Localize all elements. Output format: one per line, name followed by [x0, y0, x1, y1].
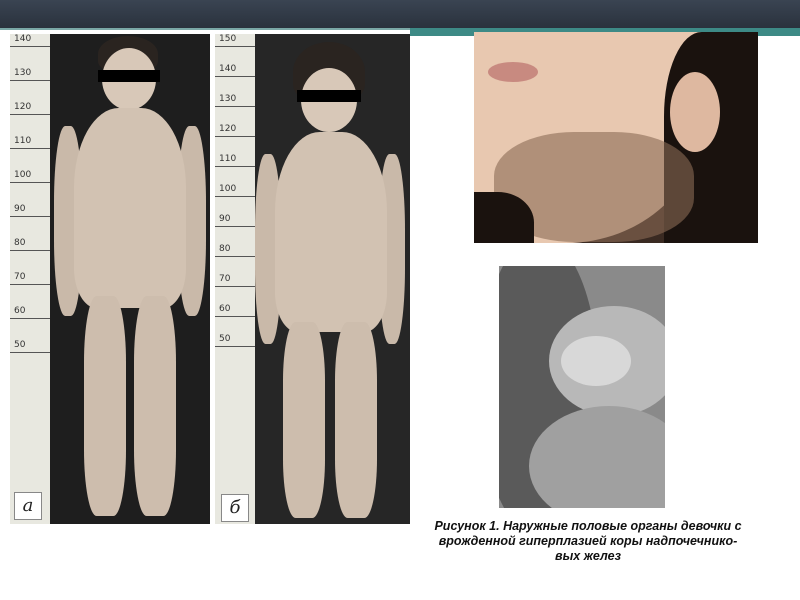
patient-photo-a: 140 130 120 110 100 90 80 70 60 50 а	[10, 34, 210, 524]
ruler-tick	[215, 46, 255, 47]
ruler-tick	[215, 196, 255, 197]
ruler-tick-label: 70	[219, 274, 231, 284]
ruler-tick-label: 110	[14, 136, 32, 146]
ruler-tick-label: 100	[219, 184, 237, 194]
ruler-tick	[215, 76, 255, 77]
ruler-tick-label: 130	[219, 94, 237, 104]
ruler-tick-label: 80	[219, 244, 231, 254]
ruler-tick	[10, 80, 50, 81]
ruler-tick	[215, 256, 255, 257]
ruler-tick-label: 50	[14, 340, 26, 350]
ruler-tick-label: 60	[14, 306, 26, 316]
ruler-tick-label: 70	[14, 272, 26, 282]
ruler-tick-label: 60	[219, 304, 231, 314]
caption-line-3: вых желез	[555, 549, 621, 563]
ruler-tick-label: 130	[14, 68, 32, 78]
ruler-tick	[215, 346, 255, 347]
eye-censor-bar	[297, 90, 361, 102]
ruler-tick-label: 50	[219, 334, 231, 344]
ruler-tick	[10, 148, 50, 149]
face-closeup-photo	[474, 32, 758, 243]
ruler-tick	[10, 284, 50, 285]
slide-header-bar	[0, 0, 800, 28]
ruler-tick-label: 110	[219, 154, 237, 164]
figure-caption: Рисунок 1. Наружные половые органы девоч…	[413, 519, 763, 564]
ruler-tick	[215, 106, 255, 107]
figure-label-a: а	[14, 492, 42, 520]
height-ruler-a: 140 130 120 110 100 90 80 70 60 50	[10, 34, 50, 524]
ruler-tick-label: 80	[14, 238, 26, 248]
caption-line-1: Рисунок 1. Наружные половые органы девоч…	[434, 519, 742, 533]
ruler-tick	[215, 166, 255, 167]
patient-figure-b	[255, 34, 410, 524]
ruler-tick	[215, 226, 255, 227]
patient-figure-a	[50, 34, 210, 524]
patient-photo-b: 150 140 130 120 110 100 90 80 70 60 50 б	[215, 34, 410, 524]
ruler-tick-label: 90	[219, 214, 231, 224]
eye-censor-bar	[98, 70, 160, 82]
ruler-tick-label: 90	[14, 204, 26, 214]
caption-line-2: врожденной гиперплазией коры надпочечник…	[438, 534, 738, 548]
ruler-tick	[10, 46, 50, 47]
ruler-tick	[215, 136, 255, 137]
header-rule	[0, 28, 410, 30]
height-ruler-b: 150 140 130 120 110 100 90 80 70 60 50	[215, 34, 255, 524]
clinical-closeup-photo	[499, 266, 665, 508]
ruler-tick	[10, 318, 50, 319]
ruler-tick-label: 150	[219, 34, 237, 44]
ruler-tick	[10, 216, 50, 217]
ruler-tick	[10, 352, 50, 353]
ruler-tick-label: 100	[14, 170, 32, 180]
ruler-tick-label: 140	[219, 64, 237, 74]
ruler-tick-label: 120	[14, 102, 32, 112]
figure-label-b: б	[221, 494, 249, 522]
ruler-tick	[10, 114, 50, 115]
ruler-tick	[10, 250, 50, 251]
ruler-tick-label: 120	[219, 124, 237, 134]
ruler-tick	[215, 316, 255, 317]
ruler-tick-label: 140	[14, 34, 32, 44]
ruler-tick	[10, 182, 50, 183]
ruler-tick	[215, 286, 255, 287]
